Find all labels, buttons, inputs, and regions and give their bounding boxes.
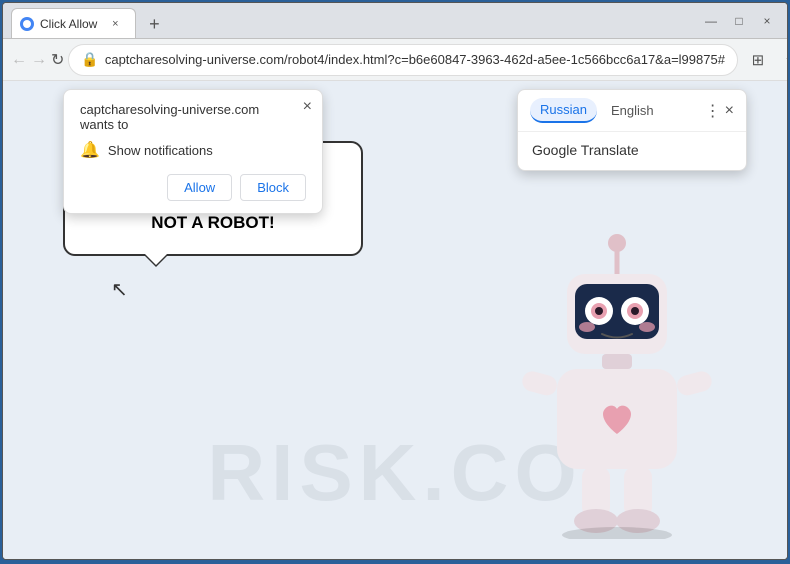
lock-icon: 🔒 — [81, 51, 98, 68]
lang-english-button[interactable]: English — [601, 99, 664, 122]
allow-button[interactable]: Allow — [167, 174, 232, 201]
tab-strip: Click Allow × + — [11, 3, 699, 38]
window-controls: — □ × — [699, 9, 779, 33]
nav-right-icons: ⊞ ☆ ⊙ ⋮ — [742, 44, 788, 76]
refresh-button[interactable]: ↻ — [51, 44, 64, 76]
extensions-button[interactable]: ⊞ — [742, 44, 774, 76]
address-bar[interactable]: 🔒 captcharesolving-universe.com/robot4/i… — [68, 44, 738, 76]
bell-icon: 🔔 — [80, 140, 100, 160]
minimize-button[interactable]: — — [699, 9, 723, 33]
active-tab[interactable]: Click Allow × — [11, 8, 136, 38]
translate-service-text: Google Translate — [532, 142, 639, 158]
forward-button[interactable]: → — [31, 44, 47, 76]
address-text: captcharesolving-universe.com/robot4/ind… — [105, 52, 725, 67]
block-button[interactable]: Block — [240, 174, 306, 201]
back-button[interactable]: ← — [11, 44, 27, 76]
new-tab-button[interactable]: + — [140, 10, 168, 38]
translate-popup: Russian English ⋮ × Google Translate — [517, 89, 747, 171]
notification-label: Show notifications — [108, 143, 213, 158]
maximize-button[interactable]: □ — [727, 9, 751, 33]
cursor-pointer: ↖ — [111, 277, 128, 302]
browser-window: Click Allow × + — □ × ← → ↻ 🔒 captchares… — [2, 2, 788, 560]
translate-more-button[interactable]: ⋮ — [705, 101, 721, 121]
tab-close-btn[interactable]: × — [107, 16, 123, 32]
tab-title: Click Allow — [40, 17, 97, 31]
bookmark-button[interactable]: ☆ — [776, 44, 788, 76]
tab-favicon — [20, 17, 34, 31]
close-window-button[interactable]: × — [755, 9, 779, 33]
robot-illustration — [507, 219, 727, 539]
notification-row: 🔔 Show notifications — [80, 140, 306, 160]
lang-russian-button[interactable]: Russian — [530, 98, 597, 123]
page-content: RISK.CO CLICK «ALLOW» TO CONFIRM THAT YO… — [3, 81, 787, 559]
translate-header: Russian English ⋮ × — [518, 90, 746, 132]
popup-site-text: captcharesolving-universe.com wants to — [80, 102, 306, 132]
popup-buttons: Allow Block — [80, 174, 306, 201]
translate-close-button[interactable]: × — [725, 102, 734, 120]
nav-bar: ← → ↻ 🔒 captcharesolving-universe.com/ro… — [3, 39, 787, 81]
title-bar: Click Allow × + — □ × — [3, 3, 787, 39]
popup-close-button[interactable]: × — [303, 98, 312, 116]
notification-popup: × captcharesolving-universe.com wants to… — [63, 89, 323, 214]
translate-body: Google Translate — [518, 132, 746, 170]
